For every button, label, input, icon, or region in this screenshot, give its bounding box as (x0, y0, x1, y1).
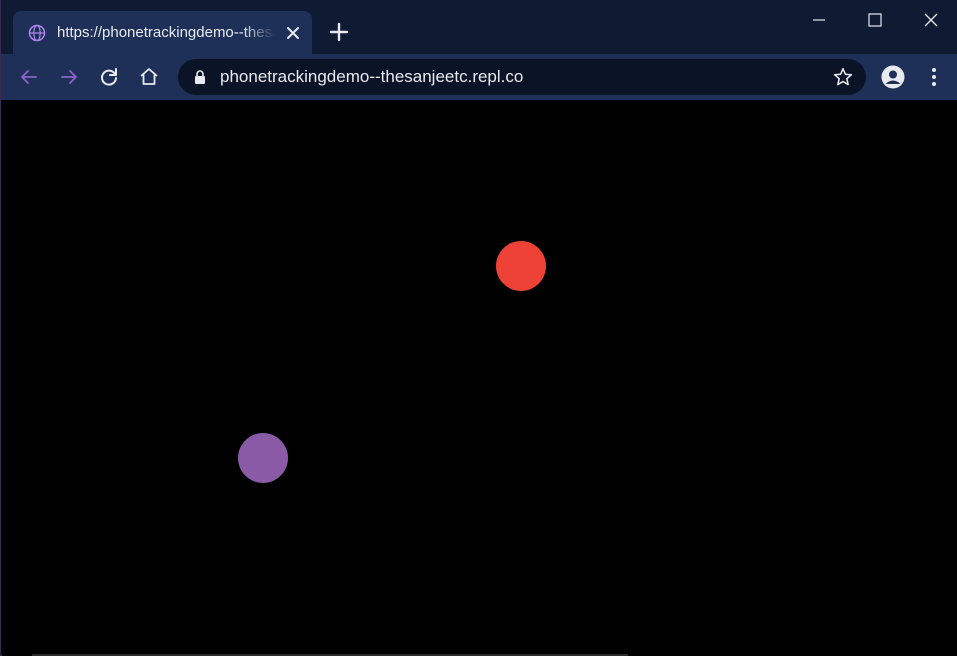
active-tab[interactable]: https://phonetrackingdemo--thesanjeetc.r… (13, 11, 312, 54)
address-bar[interactable]: phonetrackingdemo--thesanjeetc.repl.co (178, 59, 866, 95)
globe-icon (28, 24, 46, 42)
maximize-icon[interactable] (847, 0, 903, 40)
arrow-left-icon[interactable] (17, 65, 41, 89)
home-icon[interactable] (137, 65, 161, 89)
browser-window: https://phonetrackingdemo--thesanjeetc.r… (0, 0, 957, 656)
page-canvas (2, 100, 957, 656)
tab-close-icon[interactable] (283, 23, 303, 43)
lock-icon[interactable] (192, 69, 208, 85)
kebab-menu-icon[interactable] (922, 65, 946, 89)
red-dot (496, 241, 546, 291)
window-close-icon[interactable] (903, 0, 957, 40)
tab-title: https://phonetrackingdemo--thesanjeetc.r… (57, 24, 275, 41)
account-icon[interactable] (880, 64, 906, 90)
tab-strip: https://phonetrackingdemo--thesanjeetc.r… (1, 0, 957, 54)
new-tab-plus-icon[interactable] (327, 20, 351, 44)
minimize-icon[interactable] (791, 0, 847, 40)
arrow-right-icon[interactable] (57, 65, 81, 89)
url-text[interactable]: phonetrackingdemo--thesanjeetc.repl.co (220, 67, 523, 87)
browser-toolbar: phonetrackingdemo--thesanjeetc.repl.co (1, 54, 957, 100)
reload-icon[interactable] (97, 65, 121, 89)
star-icon[interactable] (832, 66, 854, 88)
purple-dot (238, 433, 288, 483)
